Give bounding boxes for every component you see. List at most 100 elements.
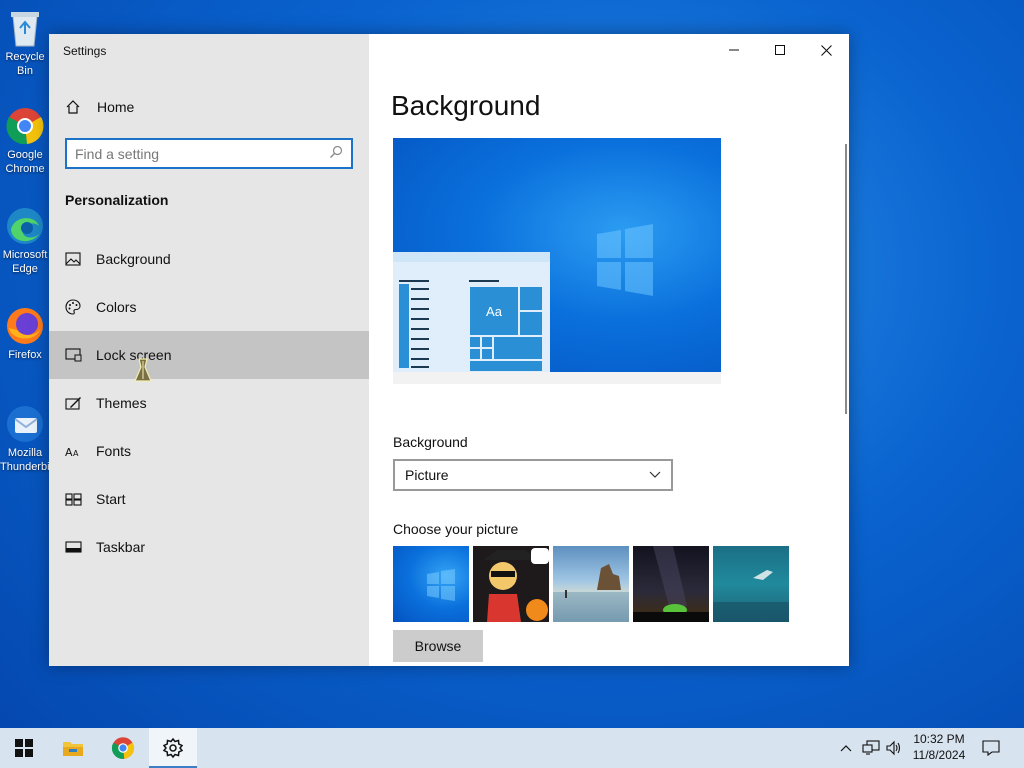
clock-time: 10:32 PM xyxy=(913,732,965,746)
search-input[interactable] xyxy=(75,145,329,162)
notification-icon xyxy=(982,740,1000,756)
nav-item-label: Background xyxy=(96,251,171,267)
gear-icon xyxy=(163,738,183,758)
desktop-icon-label: Mozilla Thunderbird xyxy=(0,447,50,473)
desktop-icon-recycle-bin[interactable]: Recycle Bin xyxy=(0,6,50,78)
preview-line xyxy=(411,318,429,320)
volume-tray-button[interactable] xyxy=(884,728,904,768)
nav-item-taskbar[interactable]: Taskbar xyxy=(49,523,369,571)
show-hidden-icons-button[interactable] xyxy=(836,728,856,768)
preview-window: Aa xyxy=(393,252,550,372)
nav-item-lock-screen[interactable]: Lock screen xyxy=(49,331,369,379)
fonts-icon: AA xyxy=(65,444,96,458)
home-icon xyxy=(65,99,97,115)
window-title: Settings xyxy=(63,44,107,58)
page-title: Background xyxy=(391,90,541,121)
content-pane: Background Aa Background Picture Choose … xyxy=(369,34,849,666)
section-title: Personalization xyxy=(65,192,169,208)
firefox-icon xyxy=(3,304,47,348)
desktop-icon-label: Firefox xyxy=(8,349,42,361)
background-type-dropdown[interactable]: Picture xyxy=(393,459,673,491)
search-box[interactable] xyxy=(65,138,353,169)
preview-line xyxy=(411,298,429,300)
preview-line xyxy=(469,280,499,282)
preview-tile xyxy=(493,336,543,360)
preview-window-title xyxy=(393,252,550,262)
taskbar-clock[interactable]: 10:32 PM 11/8/2024 xyxy=(904,731,974,763)
desktop-icon-label: Microsoft Edge xyxy=(2,249,48,275)
desktop-icon-mozilla-thunderbird[interactable]: Mozilla Thunderbird xyxy=(0,402,50,474)
network-icon xyxy=(862,740,880,755)
night-sky-image-icon xyxy=(633,546,709,622)
start-button[interactable] xyxy=(0,728,48,768)
preview-line xyxy=(399,280,429,282)
clock-date: 11/8/2024 xyxy=(912,748,966,762)
nav-item-start[interactable]: Start xyxy=(49,475,369,523)
nav-item-themes[interactable]: Themes xyxy=(49,379,369,427)
desktop-icon-google-chrome[interactable]: Google Chrome xyxy=(0,104,50,176)
thunderbird-icon xyxy=(3,402,47,446)
taskbar-settings[interactable] xyxy=(149,728,197,768)
preview-list-column xyxy=(399,284,409,368)
start-icon xyxy=(65,492,96,506)
preview-taskbar xyxy=(393,372,721,384)
preview-line xyxy=(411,358,429,360)
nav-item-label: Colors xyxy=(96,299,137,315)
home-nav-item[interactable]: Home xyxy=(49,90,369,124)
svg-text:A: A xyxy=(65,446,73,458)
picture-thumbnail-windows[interactable] xyxy=(393,546,469,622)
desktop-icon-label: Google Chrome xyxy=(5,149,45,175)
preview-tile xyxy=(519,311,543,336)
picture-thumbnail-beach-rocks[interactable] xyxy=(553,546,629,622)
network-tray-button[interactable] xyxy=(860,728,882,768)
palette-icon xyxy=(65,299,96,315)
action-center-button[interactable] xyxy=(980,728,1002,768)
home-label: Home xyxy=(97,99,135,115)
speaker-icon xyxy=(886,740,901,756)
beach-image-icon xyxy=(553,564,629,622)
lock-screen-icon xyxy=(65,348,96,362)
preview-line xyxy=(411,366,429,368)
picture-thumbnail-underwater[interactable] xyxy=(713,546,789,622)
browse-button[interactable]: Browse xyxy=(393,630,483,662)
picture-thumbnail-cartoon[interactable] xyxy=(473,546,549,622)
choose-picture-label: Choose your picture xyxy=(393,521,519,537)
preview-line xyxy=(411,288,429,290)
taskbar-icon xyxy=(65,541,96,553)
nav-item-label: Start xyxy=(96,491,126,507)
desktop-icon-label: Recycle Bin xyxy=(5,51,45,77)
personalization-nav: Background Colors Lock screen Themes A A… xyxy=(49,235,369,571)
nav-item-colors[interactable]: Colors xyxy=(49,283,369,331)
settings-window: Settings Home Personalization Background xyxy=(49,34,849,666)
recycle-bin-icon xyxy=(3,6,47,50)
nav-item-background[interactable]: Background xyxy=(49,235,369,283)
taskbar-chrome[interactable] xyxy=(99,728,147,768)
picture-icon xyxy=(65,252,96,266)
windows-logo-icon xyxy=(597,224,653,296)
desktop-icon-firefox[interactable]: Firefox xyxy=(0,304,50,362)
chrome-icon xyxy=(111,737,135,759)
picture-thumbnails xyxy=(393,546,789,622)
taskbar-file-explorer[interactable] xyxy=(49,728,97,768)
chevron-down-icon xyxy=(649,471,661,478)
nav-item-fonts[interactable]: AA Fonts xyxy=(49,427,369,475)
background-label: Background xyxy=(393,434,468,450)
search-icon[interactable] xyxy=(329,145,343,162)
preview-line xyxy=(411,338,429,340)
preview-tile xyxy=(519,286,543,311)
preview-tile: Aa xyxy=(469,286,519,336)
preview-line xyxy=(411,308,429,310)
preview-line xyxy=(411,348,429,350)
busy-cursor-icon xyxy=(134,358,152,382)
cartoon-image-icon xyxy=(473,546,549,622)
desktop-icon-microsoft-edge[interactable]: Microsoft Edge xyxy=(0,204,50,276)
chevron-up-icon xyxy=(840,745,852,752)
content-scrollbar[interactable] xyxy=(845,144,847,414)
preview-tiles: Aa xyxy=(469,286,543,372)
windows-logo-icon xyxy=(427,569,455,601)
picture-thumbnail-night-sky[interactable] xyxy=(633,546,709,622)
folder-icon xyxy=(63,742,83,756)
preview-tile xyxy=(469,360,543,372)
chrome-icon xyxy=(3,104,47,148)
taskbar: 10:32 PM 11/8/2024 xyxy=(0,728,1024,768)
